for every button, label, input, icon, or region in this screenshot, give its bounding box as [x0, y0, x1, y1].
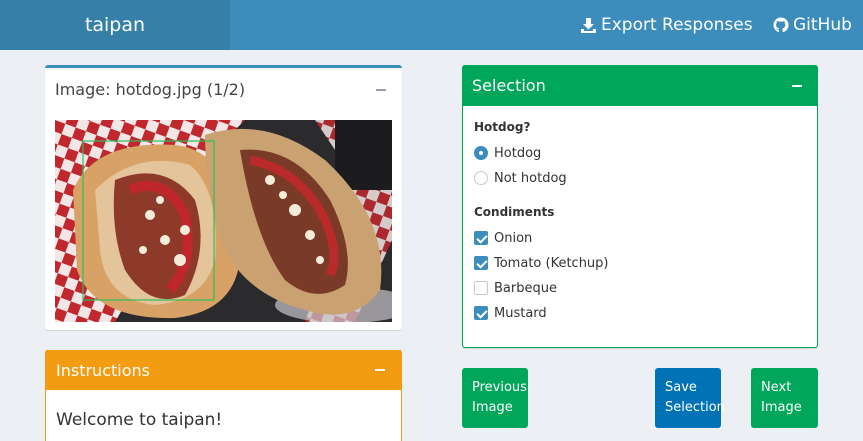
- checkbox-onion[interactable]: Onion: [474, 229, 532, 247]
- checkbox-checked[interactable]: [474, 231, 488, 245]
- button-label-line2: Selection: [665, 400, 725, 415]
- checkbox-label: Tomato (Ketchup): [494, 255, 609, 271]
- previous-image-button[interactable]: Previous Image: [462, 368, 528, 428]
- minus-icon: [376, 88, 386, 91]
- hotdog-image[interactable]: [55, 120, 392, 322]
- minus-icon: [792, 84, 802, 87]
- condiments-label: Condiments: [474, 205, 555, 219]
- selection-box: Selection Hotdog? Hotdog Not hotdog Cond…: [462, 65, 818, 348]
- radio-label: Not hotdog: [494, 170, 567, 186]
- save-selection-button[interactable]: Save Selection: [655, 368, 725, 428]
- github-link[interactable]: GitHub: [773, 0, 852, 50]
- collapse-instructions-box-button[interactable]: [369, 359, 391, 381]
- instructions-box-header: Instructions: [46, 350, 401, 390]
- checkbox-tomato[interactable]: Tomato (Ketchup): [474, 254, 609, 272]
- radio-hotdog[interactable]: Hotdog: [474, 144, 541, 162]
- export-responses-label: Export Responses: [601, 15, 753, 35]
- selection-box-title: Selection: [472, 76, 546, 95]
- github-icon: [773, 17, 789, 33]
- radio-button-selected[interactable]: [474, 146, 488, 160]
- github-label: GitHub: [793, 15, 852, 35]
- checkbox-checked[interactable]: [474, 306, 488, 320]
- checkbox-unchecked[interactable]: [474, 281, 488, 295]
- button-label-line1: Save: [665, 380, 697, 395]
- collapse-selection-box-button[interactable]: [786, 75, 808, 97]
- image-box-header: Image: hotdog.jpg (1/2): [45, 68, 402, 111]
- welcome-text: Welcome to taipan!: [56, 410, 223, 430]
- radio-button[interactable]: [474, 171, 488, 185]
- selection-box-header: Selection: [462, 65, 818, 106]
- checkbox-mustard[interactable]: Mustard: [474, 304, 547, 322]
- collapse-image-box-button[interactable]: [370, 79, 392, 101]
- top-navbar: taipan Export Responses GitHub: [0, 0, 863, 50]
- minus-icon: [375, 369, 385, 371]
- image-box-title: Image: hotdog.jpg (1/2): [55, 80, 246, 99]
- button-label-line1: Next: [761, 380, 792, 395]
- download-icon: [580, 17, 597, 34]
- checkbox-label: Mustard: [494, 305, 547, 321]
- button-label-line2: Image: [761, 400, 802, 415]
- button-label-line1: Previous: [472, 380, 527, 395]
- next-image-button[interactable]: Next Image: [751, 368, 818, 428]
- app-brand[interactable]: taipan: [0, 0, 230, 50]
- export-responses-link[interactable]: Export Responses: [580, 0, 753, 50]
- button-label-line2: Image: [472, 400, 513, 415]
- checkbox-label: Barbeque: [494, 280, 557, 296]
- instructions-box: Instructions Welcome to taipan!: [45, 350, 402, 441]
- radio-label: Hotdog: [494, 145, 542, 161]
- radio-not-hotdog[interactable]: Not hotdog: [474, 169, 567, 187]
- checkbox-barbeque[interactable]: Barbeque: [474, 279, 557, 297]
- hotdog-question-label: Hotdog?: [474, 120, 531, 134]
- instructions-box-title: Instructions: [56, 360, 150, 380]
- image-box: Image: hotdog.jpg (1/2): [45, 65, 402, 330]
- checkbox-checked[interactable]: [474, 256, 488, 270]
- checkbox-label: Onion: [494, 230, 533, 246]
